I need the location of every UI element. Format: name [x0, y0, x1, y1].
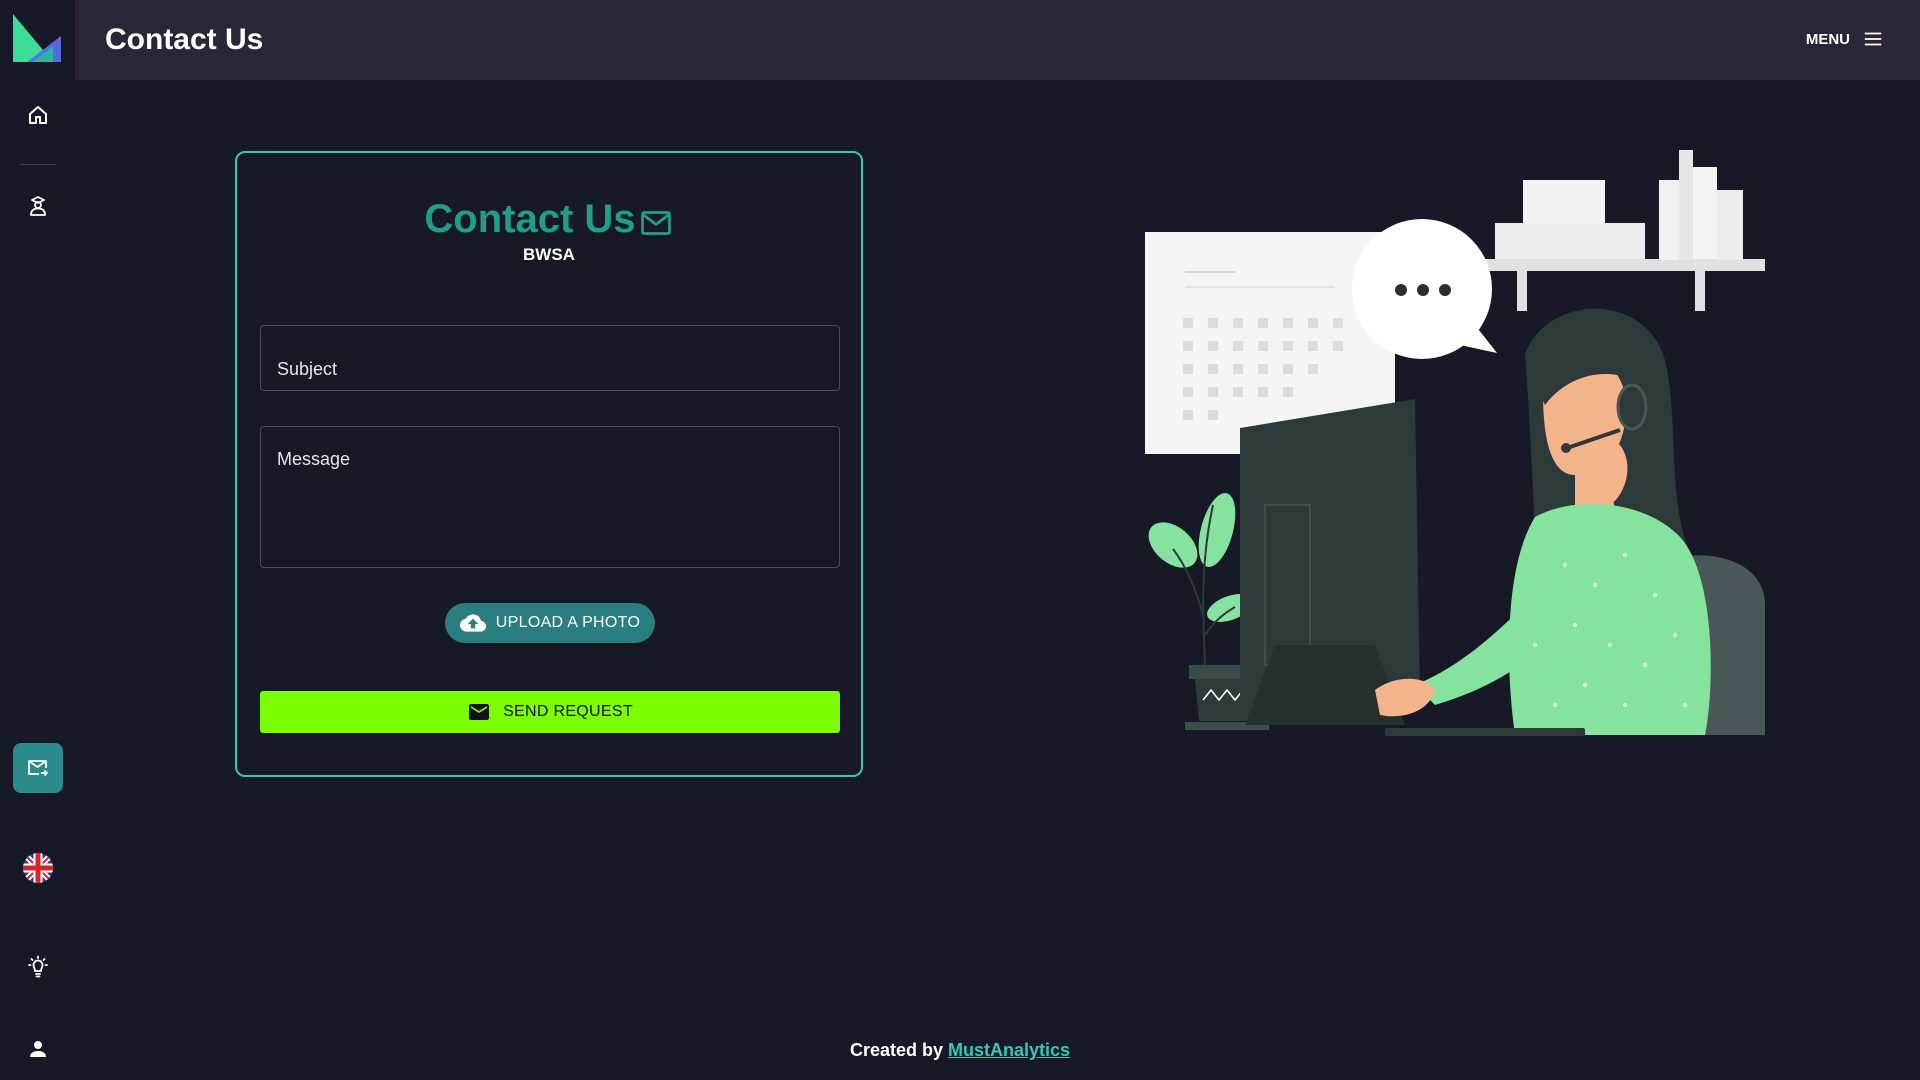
- send-request-label: SEND REQUEST: [503, 703, 633, 720]
- card-title: Contact Us: [424, 197, 636, 241]
- menu-label: MENU: [1805, 30, 1850, 48]
- sidebar-item-graduate[interactable]: [13, 181, 63, 231]
- uk-flag-icon: [23, 853, 53, 883]
- lightbulb-icon: [28, 955, 48, 978]
- mail-icon: [640, 210, 671, 235]
- footer: Created by MustAnalytics: [0, 1040, 1920, 1061]
- mail-forward-icon: [28, 760, 48, 777]
- graduate-icon: [30, 196, 46, 216]
- sidebar-item-language[interactable]: [13, 843, 63, 893]
- customer-support-illustration: [1145, 150, 1765, 736]
- cloud-upload-icon: [459, 614, 486, 632]
- page-title: Contact Us: [105, 23, 264, 56]
- footer-prefix: Created by: [849, 1040, 943, 1060]
- envelope-icon: [469, 704, 490, 720]
- message-textarea[interactable]: [260, 426, 840, 568]
- upload-photo-label: UPLOAD A PHOTO: [495, 614, 641, 631]
- card-title-row: Contact Us: [237, 197, 861, 242]
- upload-photo-button[interactable]: UPLOAD A PHOTO: [445, 603, 655, 643]
- contact-form-card: Contact Us BWSA UPLOAD A PHOTO SEND REQU…: [235, 151, 863, 777]
- sidebar-item-contact[interactable]: [13, 743, 63, 793]
- app-logo[interactable]: [13, 14, 61, 62]
- sidebar-item-home[interactable]: [13, 90, 63, 140]
- subject-input[interactable]: [260, 325, 840, 391]
- menu-button[interactable]: MENU: [1806, 28, 1884, 50]
- card-subtitle: BWSA: [523, 245, 575, 264]
- hamburger-icon: [1864, 32, 1882, 46]
- mustanalytics-link[interactable]: MustAnalytics: [948, 1040, 1070, 1060]
- home-icon: [29, 106, 47, 124]
- sidebar: [0, 0, 75, 1080]
- top-app-bar: Contact Us MENU: [75, 0, 1920, 80]
- sidebar-divider: [19, 164, 56, 165]
- sidebar-item-theme[interactable]: [13, 942, 63, 992]
- send-request-button[interactable]: SEND REQUEST: [260, 691, 840, 733]
